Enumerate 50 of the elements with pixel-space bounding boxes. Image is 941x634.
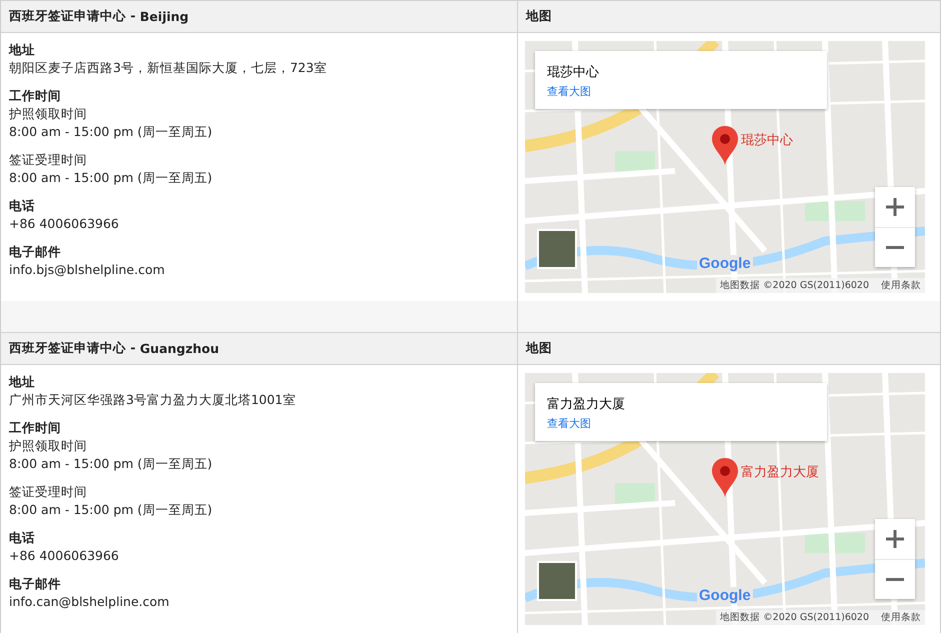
map-attribution: 地图数据 ©2020 GS(2011)6020 xyxy=(720,279,869,292)
terms-link[interactable]: 使用条款 xyxy=(881,611,921,624)
field-label: 电话 xyxy=(9,529,36,547)
minus-icon xyxy=(886,246,904,249)
map-pin-icon[interactable] xyxy=(712,458,738,498)
zoom-out-button[interactable] xyxy=(875,559,915,599)
field-label: 电子邮件 xyxy=(9,575,62,593)
view-larger-map-link[interactable]: 查看大图 xyxy=(547,84,591,99)
view-larger-map-link[interactable]: 查看大图 xyxy=(547,416,591,431)
table-header-cell: 地图 xyxy=(517,333,940,364)
field-label: 地址 xyxy=(9,373,36,391)
satellite-thumbnail[interactable] xyxy=(537,561,577,601)
field-label: 电子邮件 xyxy=(9,243,62,261)
field-value: 8:00 am - 15:00 pm (周一至周五) xyxy=(9,169,214,187)
field-value: 护照领取时间 xyxy=(9,105,88,123)
marker-label: 富力盈力大厦 xyxy=(741,464,819,481)
field-label: 签证受理时间 xyxy=(9,151,88,169)
place-name: 富力盈力大厦 xyxy=(547,396,625,413)
field-label: 地址 xyxy=(9,41,36,59)
minus-icon xyxy=(886,578,904,581)
field-value: 广州市天河区华强路3号富力盈力大厦北塔1001室 xyxy=(9,391,297,409)
map-logo: Google xyxy=(697,255,753,272)
field-label: 签证受理时间 xyxy=(9,483,88,501)
field-value: 朝阳区麦子店西路3号，新恒基国际大厦，七层，723室 xyxy=(9,59,328,77)
table-header-cell-text: 西班牙签证申请中心 - Beijing xyxy=(8,7,190,26)
field-label: 工作时间 xyxy=(9,419,62,437)
zoom-in-button[interactable] xyxy=(875,187,915,227)
table-header-cell: 地图 xyxy=(517,1,940,32)
field-value: +86 4006063966 xyxy=(9,547,120,565)
field-value: 8:00 am - 15:00 pm (周一至周五) xyxy=(9,501,214,519)
terms-link[interactable]: 使用条款 xyxy=(881,279,921,292)
field-label: 工作时间 xyxy=(9,87,62,105)
table-header-cell-text: 西班牙签证申请中心 - Guangzhou xyxy=(8,339,220,358)
field-label: 电话 xyxy=(9,197,36,215)
place-name: 琨莎中心 xyxy=(547,64,599,81)
zoom-in-button[interactable] xyxy=(875,519,915,559)
plus-icon xyxy=(886,198,904,216)
plus-icon xyxy=(886,530,904,548)
field-value: 8:00 am - 15:00 pm (周一至周五) xyxy=(9,123,214,141)
map-pin-icon[interactable] xyxy=(712,126,738,166)
field-value: 护照领取时间 xyxy=(9,437,88,455)
marker-label: 琨莎中心 xyxy=(741,132,793,149)
field-value: info.can@blshelpline.com xyxy=(9,593,170,611)
field-value: info.bjs@blshelpline.com xyxy=(9,261,166,279)
map-attribution: 地图数据 ©2020 GS(2011)6020 xyxy=(720,611,869,624)
map-logo: Google xyxy=(697,587,753,604)
field-value: 8:00 am - 15:00 pm (周一至周五) xyxy=(9,455,214,473)
field-value: +86 4006063966 xyxy=(9,215,120,233)
satellite-thumbnail[interactable] xyxy=(537,229,577,269)
zoom-out-button[interactable] xyxy=(875,227,915,267)
